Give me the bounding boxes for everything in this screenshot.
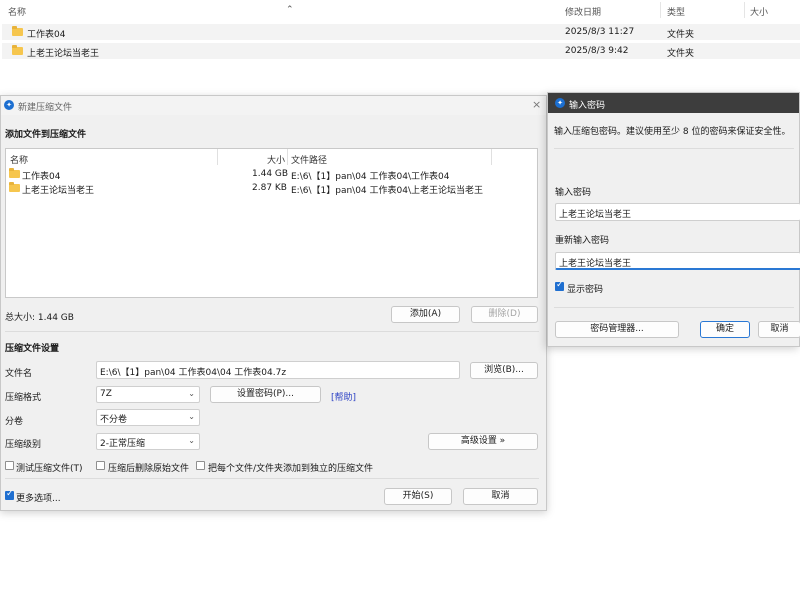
divider — [554, 307, 794, 308]
file-list-header: 名称 大小 文件路径 — [6, 149, 537, 166]
file-explorer-list: 名称 ⌃ 修改日期 类型 大小 工作表04 2025/8/3 11:27 文件夹… — [0, 0, 800, 62]
show-password-label[interactable]: 显示密码 — [567, 282, 603, 295]
split-value: 不分卷 — [100, 415, 128, 425]
format-label: 压缩格式 — [5, 393, 42, 403]
column-divider — [491, 149, 492, 165]
password-dialog: ✦ 输入密码 输入压缩包密码。建议使用至少 8 位的密码来保证安全性。 输入密码… — [547, 92, 800, 347]
format-value: 7Z — [100, 389, 112, 399]
add-button[interactable]: 添加(A) — [391, 306, 460, 323]
split-label: 分卷 — [5, 417, 24, 427]
separate-archives-label[interactable]: 把每个文件/文件夹添加到独立的压缩文件 — [208, 461, 373, 474]
total-size-label: 总大小: 1.44 GB — [5, 313, 74, 323]
chevron-down-icon: ⌄ — [188, 436, 195, 445]
divider — [5, 331, 539, 332]
row-type: 文件夹 — [667, 49, 695, 59]
advanced-settings-button[interactable]: 高级设置 » — [428, 433, 538, 450]
chevron-down-icon: ⌄ — [188, 389, 195, 398]
cancel-button[interactable]: 取消 — [463, 488, 538, 505]
delete-after-checkbox[interactable] — [96, 461, 105, 470]
set-password-button[interactable]: 设置密码(P)... — [210, 386, 321, 403]
format-select[interactable]: 7Z ⌄ — [96, 386, 200, 403]
password-label: 输入密码 — [555, 188, 592, 198]
list-item[interactable]: 上老王论坛当老王 2.87 KB E:\6\【1】pan\04 工作表04\上老… — [6, 181, 537, 196]
dialog-titlebar[interactable]: ✦ 新建压缩文件 × — [1, 96, 546, 115]
password-value: 上老王论坛当老王 — [559, 210, 632, 220]
list-name-header[interactable]: 名称 — [10, 153, 28, 166]
app-logo-icon: ✦ — [555, 98, 565, 108]
filename-label: 文件名 — [5, 369, 33, 379]
delete-after-label[interactable]: 压缩后删除原始文件 — [108, 461, 189, 474]
app-logo-icon: ✦ — [4, 100, 14, 110]
folder-icon — [9, 168, 20, 181]
row-type: 文件夹 — [667, 30, 695, 40]
folder-icon — [12, 45, 23, 58]
close-icon[interactable]: × — [532, 98, 541, 111]
column-name-header[interactable]: 名称 — [8, 5, 26, 18]
add-files-heading: 添加文件到压缩文件 — [5, 130, 87, 140]
browse-button[interactable]: 浏览(B)... — [470, 362, 538, 379]
list-item[interactable]: 工作表04 1.44 GB E:\6\【1】pan\04 工作表04\工作表04 — [6, 167, 537, 182]
password-cancel-button[interactable]: 取消 — [758, 321, 800, 338]
column-divider — [217, 149, 218, 165]
separate-archives-checkbox[interactable] — [196, 461, 205, 470]
explorer-row[interactable]: 上老王论坛当老王 2025/8/3 9:42 文件夹 — [2, 43, 800, 59]
column-divider — [660, 2, 661, 18]
explorer-column-header: 名称 ⌃ 修改日期 类型 大小 — [0, 0, 800, 20]
folder-icon — [9, 182, 20, 195]
folder-icon — [12, 26, 23, 39]
reenter-value: 上老王论坛当老王 — [559, 259, 632, 269]
dialog-title: 新建压缩文件 — [18, 103, 73, 113]
level-label: 压缩级别 — [5, 440, 42, 450]
file-size: 2.87 KB — [252, 183, 287, 193]
explorer-row[interactable]: 工作表04 2025/8/3 11:27 文件夹 — [2, 24, 800, 40]
password-input[interactable]: 上老王论坛当老王 — [555, 203, 800, 221]
password-dialog-title: 输入密码 — [569, 101, 606, 111]
test-archive-checkbox[interactable] — [5, 461, 14, 470]
more-options-label[interactable]: 更多选项... — [16, 491, 61, 504]
password-manager-button[interactable]: 密码管理器... — [555, 321, 679, 338]
file-list[interactable]: 名称 大小 文件路径 工作表04 1.44 GB E:\6\【1】pan\04 … — [5, 148, 538, 298]
level-select[interactable]: 2-正常压缩 ⌄ — [96, 433, 200, 450]
row-date: 2025/8/3 9:42 — [565, 46, 629, 56]
password-titlebar[interactable]: ✦ 输入密码 — [548, 93, 799, 113]
file-path: E:\6\【1】pan\04 工作表04\上老王论坛当老王 — [291, 186, 483, 196]
filename-input[interactable]: E:\6\【1】pan\04 工作表04\04 工作表04.7z — [96, 361, 460, 379]
list-path-header[interactable]: 文件路径 — [291, 153, 327, 166]
settings-heading: 压缩文件设置 — [5, 344, 60, 354]
divider — [554, 148, 794, 149]
reenter-password-input[interactable]: 上老王论坛当老王 — [555, 252, 800, 270]
split-select[interactable]: 不分卷 ⌄ — [96, 409, 200, 426]
help-link[interactable]: [帮助] — [331, 390, 356, 403]
column-modified-header[interactable]: 修改日期 — [565, 5, 601, 18]
new-archive-dialog: ✦ 新建压缩文件 × 添加文件到压缩文件 名称 大小 文件路径 工作表04 1.… — [0, 95, 547, 511]
ok-button[interactable]: 确定 — [700, 321, 750, 338]
test-archive-label[interactable]: 测试压缩文件(T) — [16, 461, 83, 474]
column-size-header[interactable]: 大小 — [750, 5, 768, 18]
level-value: 2-正常压缩 — [100, 439, 145, 449]
delete-button[interactable]: 删除(D) — [471, 306, 538, 323]
column-type-header[interactable]: 类型 — [667, 5, 685, 18]
password-hint: 输入压缩包密码。建议使用至少 8 位的密码来保证安全性。 — [554, 127, 791, 137]
start-button[interactable]: 开始(S) — [384, 488, 452, 505]
file-name: 上老王论坛当老王 — [22, 186, 95, 196]
reenter-label: 重新输入密码 — [555, 236, 610, 246]
show-password-checkbox[interactable] — [555, 280, 564, 291]
row-name: 工作表04 — [27, 30, 66, 40]
column-divider — [287, 149, 288, 165]
more-options-checkbox[interactable] — [5, 489, 14, 500]
row-name: 上老王论坛当老王 — [27, 49, 100, 59]
file-size: 1.44 GB — [252, 169, 289, 179]
row-date: 2025/8/3 11:27 — [565, 27, 635, 37]
sort-arrow-icon: ⌃ — [286, 5, 294, 15]
divider — [5, 478, 539, 479]
column-divider — [744, 2, 745, 18]
list-size-header[interactable]: 大小 — [267, 153, 285, 166]
chevron-down-icon: ⌄ — [188, 412, 195, 421]
